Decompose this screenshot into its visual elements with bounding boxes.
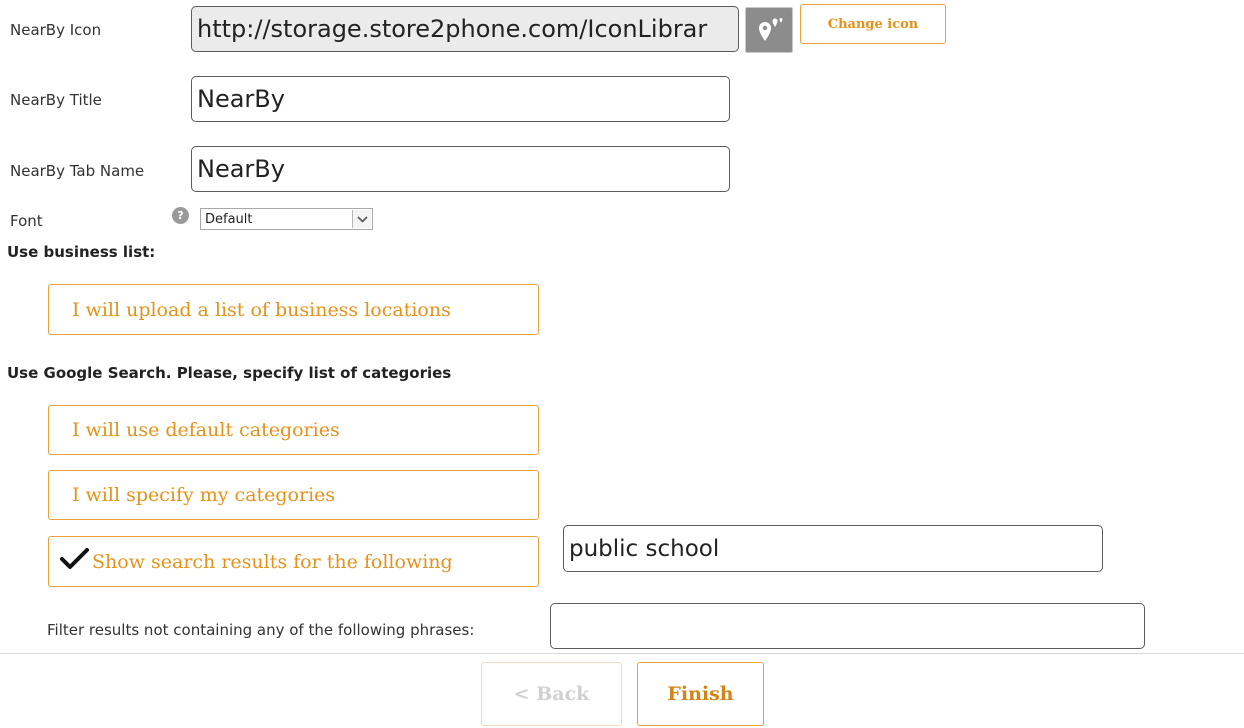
icon-label: NearBy Icon [10, 21, 102, 39]
map-pins-icon [745, 7, 793, 53]
upload-business-list-button[interactable]: I will upload a list of business locatio… [48, 284, 539, 335]
back-button[interactable]: < Back [481, 662, 622, 726]
font-select[interactable]: Default [200, 208, 373, 230]
search-terms-input[interactable]: public school [563, 525, 1103, 572]
finish-button[interactable]: Finish [637, 662, 764, 726]
icon-url-field[interactable]: http://storage.store2phone.com/IconLibra… [191, 6, 739, 52]
title-label: NearBy Title [10, 91, 102, 109]
chevron-down-icon[interactable] [352, 210, 371, 228]
change-icon-button[interactable]: Change icon [800, 4, 946, 44]
show-search-results-button[interactable]: Show search results for the following [48, 536, 539, 587]
business-section-title: Use business list: [7, 243, 156, 261]
filter-phrases-input[interactable] [550, 603, 1145, 649]
default-categories-button[interactable]: I will use default categories [48, 405, 539, 455]
tab-name-input[interactable]: NearBy [191, 146, 730, 192]
title-input[interactable]: NearBy [191, 76, 730, 122]
help-icon[interactable]: ? [172, 207, 189, 224]
specify-categories-button[interactable]: I will specify my categories [48, 470, 539, 520]
tab-name-label: NearBy Tab Name [10, 162, 145, 180]
footer-divider [0, 653, 1244, 654]
google-section-title: Use Google Search. Please, specify list … [7, 364, 452, 382]
checkmark-icon [60, 548, 90, 575]
font-label: Font [10, 212, 43, 230]
filter-label: Filter results not containing any of the… [47, 621, 475, 639]
show-search-results-label: Show search results for the following [92, 550, 453, 573]
font-select-value: Default [205, 211, 253, 227]
